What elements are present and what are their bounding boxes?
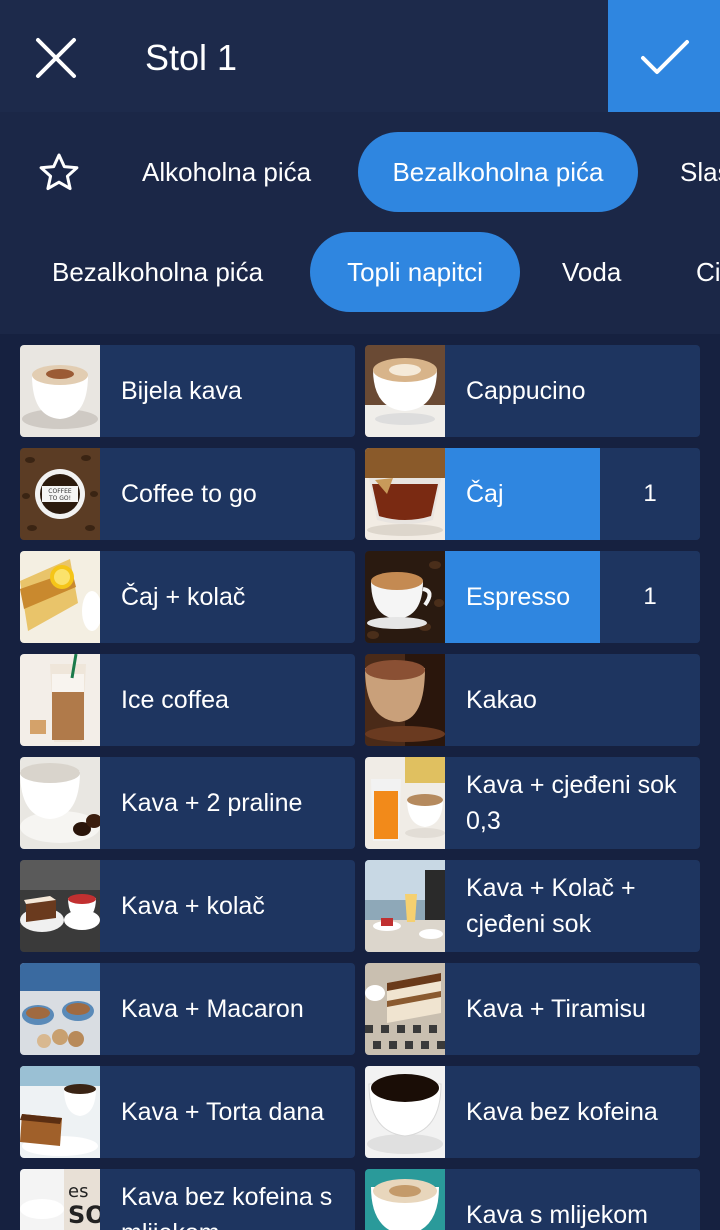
close-icon — [36, 38, 76, 78]
quantity-badge: 1 — [600, 551, 700, 643]
tab-slas[interactable]: Slas — [680, 132, 720, 212]
iced-coffee-thumbnail — [20, 654, 100, 746]
subtab-topli-napitci[interactable]: Topli napitci — [310, 232, 520, 312]
product-name: Kava + Macaron — [121, 995, 304, 1023]
product-name: Ice coffea — [121, 686, 229, 714]
product-tile[interactable]: Kava s mlijekom — [365, 1169, 700, 1230]
product-tile[interactable]: Kava + kolač — [20, 860, 355, 952]
product-grid: Bijela kava Cappucino COFFEE TO GO! Coff… — [0, 334, 720, 1230]
product-name: Kava s mlijekom — [466, 1201, 648, 1229]
product-tile[interactable]: Cappucino — [365, 345, 700, 437]
subtab-voda[interactable]: Voda — [562, 232, 621, 312]
quantity-badge: 1 — [600, 448, 700, 540]
checkmark-icon — [641, 40, 689, 74]
coffee-cake-juice-thumbnail — [365, 860, 445, 952]
star-icon — [39, 153, 79, 191]
svg-text:es: es — [68, 1181, 88, 1202]
product-tile[interactable]: Čaj 1 — [365, 448, 700, 540]
product-tile[interactable]: Kakao — [365, 654, 700, 746]
product-tile[interactable]: Espresso 1 — [365, 551, 700, 643]
tab-alkoholna-pica[interactable]: Alkoholna pića — [142, 132, 311, 212]
top-bar: Stol 1 — [0, 0, 720, 112]
tea-and-cake-thumbnail — [20, 551, 100, 643]
tab-bezalkoholna-pica[interactable]: Bezalkoholna pića — [358, 132, 638, 212]
latte-cup-thumbnail — [20, 345, 100, 437]
close-button[interactable] — [32, 34, 80, 82]
coffee-and-macaron-thumbnail — [20, 963, 100, 1055]
product-tile[interactable]: es SO Kava bez kofeina s mlijekom — [20, 1169, 355, 1230]
subtab-ci[interactable]: Ci — [696, 232, 720, 312]
svg-text:TO GO!: TO GO! — [48, 495, 71, 502]
coffee-with-milk-thumbnail — [365, 1169, 445, 1230]
product-tile[interactable]: Čaj + kolač — [20, 551, 355, 643]
coffee-and-cake-thumbnail — [20, 860, 100, 952]
confirm-button[interactable] — [608, 0, 720, 112]
product-tile[interactable]: COFFEE TO GO! Coffee to go — [20, 448, 355, 540]
product-name: Čaj — [445, 448, 600, 540]
product-name: Kava + Kolač + cjeđeni sok — [466, 874, 636, 938]
product-name: Čaj + kolač — [121, 583, 246, 611]
product-name: Kava + Torta dana — [121, 1098, 325, 1126]
product-tile[interactable]: Kava bez kofeina — [365, 1066, 700, 1158]
product-tile[interactable]: Kava + Macaron — [20, 963, 355, 1055]
coffee-with-pralines-thumbnail — [20, 757, 100, 849]
coffee-and-cake-of-day-thumbnail — [20, 1066, 100, 1158]
product-name: Kava bez kofeina s mlijekom — [121, 1183, 333, 1230]
svg-text:SO: SO — [68, 1201, 100, 1229]
product-tile[interactable]: Kava + Tiramisu — [365, 963, 700, 1055]
product-tile[interactable]: Bijela kava — [20, 345, 355, 437]
svg-text:COFFEE: COFFEE — [48, 488, 72, 495]
product-name: Kava + cjeđeni sok 0,3 — [466, 771, 677, 835]
page-title: Stol 1 — [145, 37, 238, 78]
coffee-and-tiramisu-thumbnail — [365, 963, 445, 1055]
product-name: Bijela kava — [121, 377, 242, 405]
product-name: Kakao — [466, 686, 537, 714]
product-tile[interactable]: Kava + Kolač + cjeđeni sok — [365, 860, 700, 952]
cocoa-cup-thumbnail — [365, 654, 445, 746]
product-tile[interactable]: Kava + cjeđeni sok 0,3 — [365, 757, 700, 849]
product-name: Kava + kolač — [121, 892, 265, 920]
product-name: Kava + 2 praline — [121, 789, 303, 817]
product-name: Cappucino — [466, 377, 586, 405]
favorites-tab[interactable] — [38, 152, 80, 197]
espresso-cup-thumbnail — [365, 551, 445, 643]
subtab-bezalkoholna-pica[interactable]: Bezalkoholna pića — [52, 232, 263, 312]
product-name: Kava bez kofeina — [466, 1098, 658, 1126]
cappuccino-cup-thumbnail — [365, 345, 445, 437]
product-tile[interactable]: Kava + 2 praline — [20, 757, 355, 849]
decaf-with-milk-thumbnail: es SO — [20, 1169, 100, 1230]
product-tile[interactable]: Ice coffea — [20, 654, 355, 746]
decaf-coffee-thumbnail — [365, 1066, 445, 1158]
coffee-to-go-thumbnail: COFFEE TO GO! — [20, 448, 100, 540]
product-name: Kava + Tiramisu — [466, 995, 646, 1023]
subcategory-tabs: Bezalkoholna pića Topli napitci Voda Ci — [0, 222, 720, 334]
tea-cup-thumbnail — [365, 448, 445, 540]
product-name: Coffee to go — [121, 480, 257, 508]
coffee-and-juice-thumbnail — [365, 757, 445, 849]
category-tabs: Alkoholna pića Bezalkoholna pića Slas — [0, 112, 720, 222]
product-tile[interactable]: Kava + Torta dana — [20, 1066, 355, 1158]
product-name: Espresso — [445, 551, 600, 643]
